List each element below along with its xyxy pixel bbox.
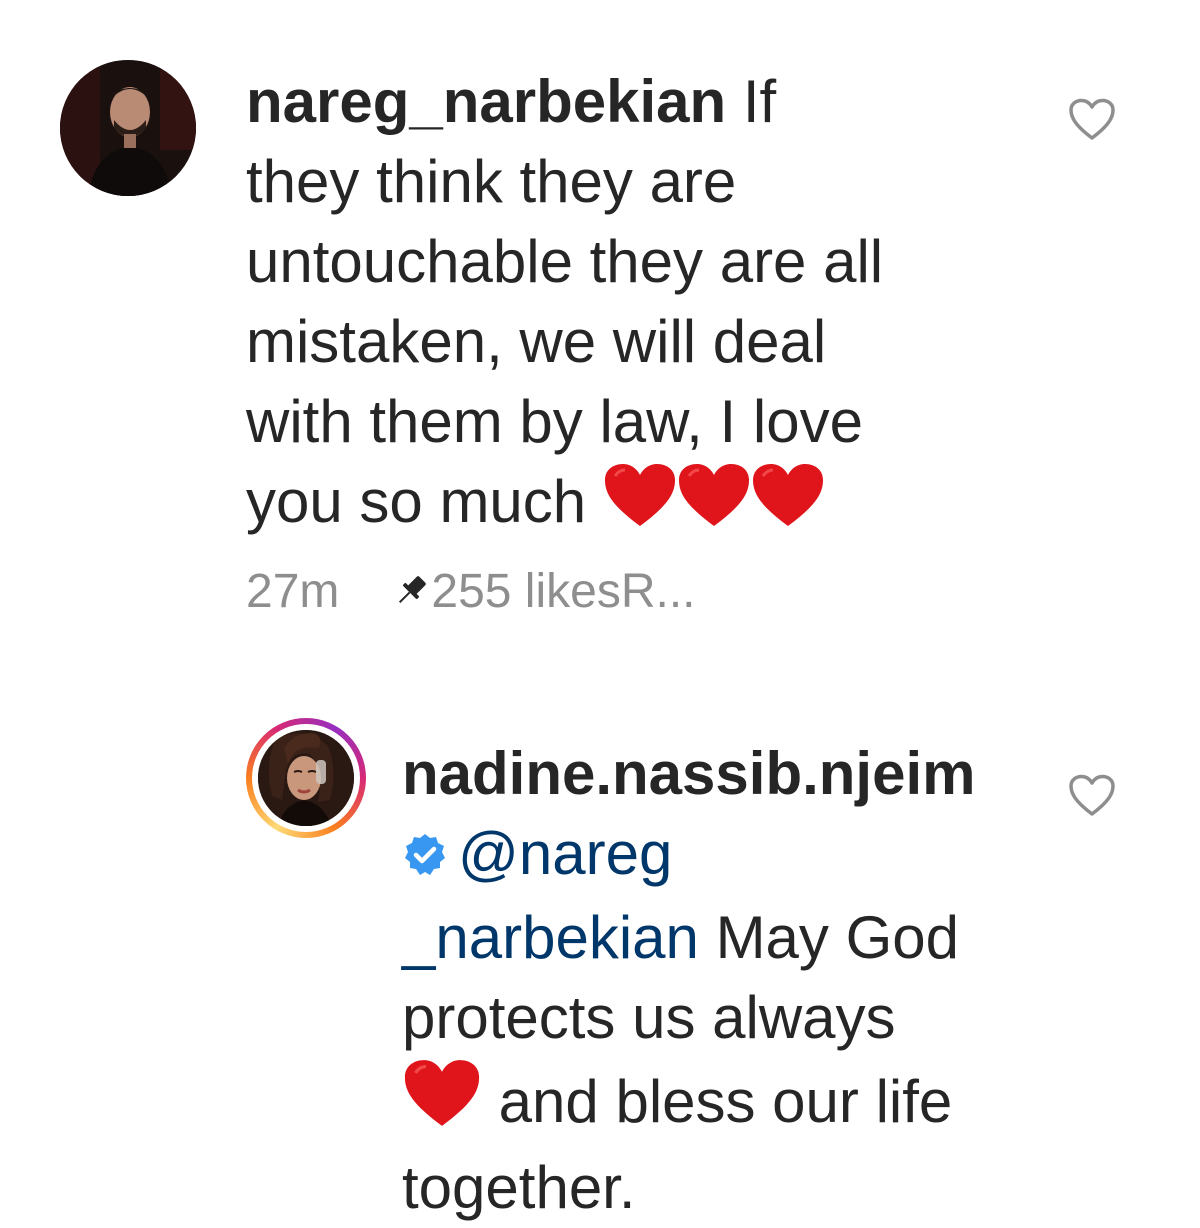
comment-text: nadine.nassib.njeim @nareg _narbekian Ma… — [402, 734, 1042, 1228]
avatar[interactable] — [258, 730, 354, 826]
avatar-portrait — [258, 730, 354, 826]
comment-text-line: protects us always — [402, 984, 896, 1051]
comment-nadine: nadine.nassib.njeim @nareg _narbekian Ma… — [0, 0, 1200, 1221]
comment-text-line: together. — [402, 1154, 636, 1221]
verified-badge-icon — [402, 818, 448, 898]
comment-text-line: and bless our life — [482, 1068, 953, 1135]
comment-username[interactable]: nadine.nassib.njeim — [402, 740, 976, 807]
story-ring[interactable] — [246, 718, 366, 838]
mention-link[interactable]: _narbekian — [402, 904, 699, 971]
story-ring-gap — [252, 724, 360, 832]
mention-link[interactable]: @nareg — [458, 820, 672, 887]
red-heart-emoji — [402, 1058, 482, 1148]
heart-outline-icon[interactable] — [1068, 774, 1116, 823]
comment-text-line: May God — [698, 904, 960, 971]
